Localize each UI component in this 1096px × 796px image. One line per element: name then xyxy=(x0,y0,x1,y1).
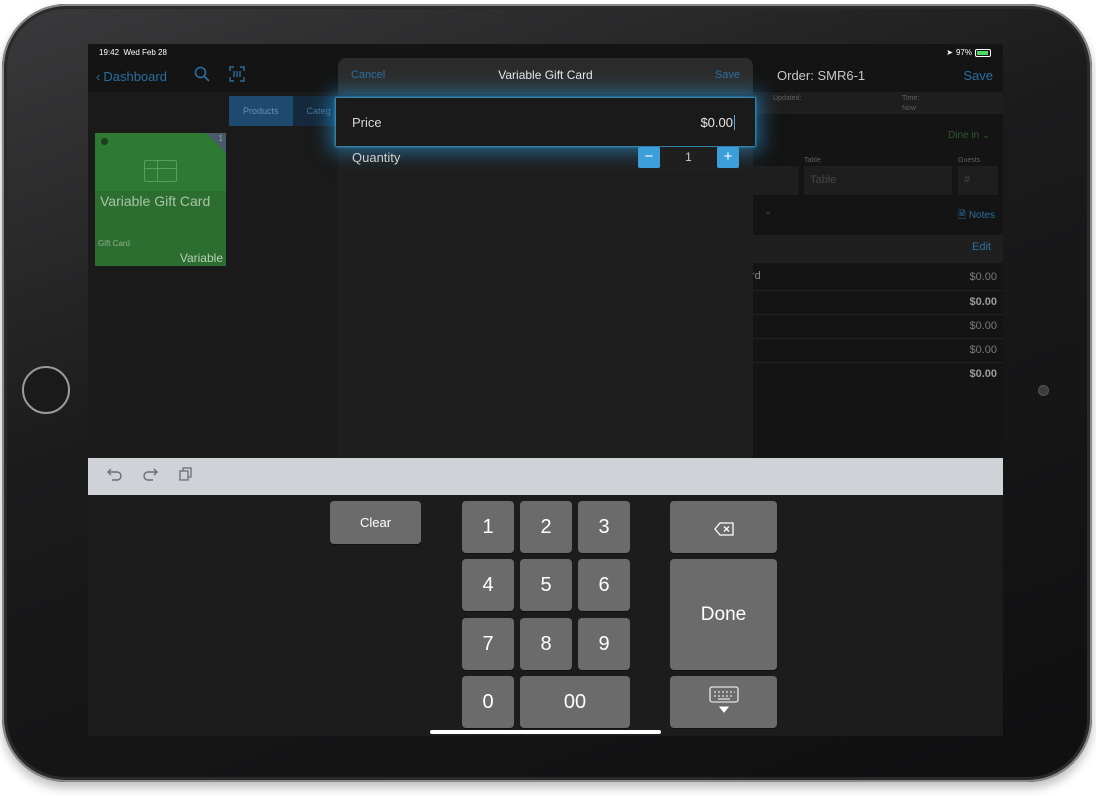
status-time: 19:42 Wed Feb 28 xyxy=(99,48,167,57)
tile-type: Gift Card xyxy=(98,239,131,248)
notes-label: Notes xyxy=(968,210,995,221)
info-icon[interactable] xyxy=(101,138,108,145)
table-label: Table xyxy=(804,157,821,164)
table-input[interactable]: Table xyxy=(804,166,952,195)
undo-icon[interactable] xyxy=(107,467,123,485)
modal-save-button[interactable]: Save xyxy=(715,69,740,81)
backspace-icon xyxy=(713,519,734,542)
chevron-down-icon[interactable]: ⌄ xyxy=(764,206,772,217)
clear-key[interactable]: Clear xyxy=(330,501,421,544)
time-value: Now xyxy=(902,105,917,112)
order-save-button[interactable]: Save xyxy=(963,68,993,83)
backspace-key[interactable] xyxy=(670,501,777,553)
quantity-value[interactable]: 1 xyxy=(660,147,717,168)
barcode-scan-icon[interactable] xyxy=(229,66,245,86)
keyboard-dismiss-icon xyxy=(708,686,739,722)
screen: 19:42 Wed Feb 28 ➤ 97% ‹ Dashboard Produ… xyxy=(88,44,1003,736)
keyboard-shortcut-bar xyxy=(88,458,1003,495)
tab-products[interactable]: Products xyxy=(229,96,293,126)
tile-name: Variable Gift Card xyxy=(100,193,211,209)
key-6[interactable]: 6 xyxy=(578,559,630,611)
order-panel xyxy=(753,92,1003,458)
notes-button[interactable]: 🗎 Notes xyxy=(958,208,995,225)
key-7[interactable]: 7 xyxy=(462,618,514,670)
key-00[interactable]: 00 xyxy=(520,676,630,728)
order-line-value: $0.00 xyxy=(969,271,997,283)
key-1[interactable]: 1 xyxy=(462,501,514,553)
home-button[interactable] xyxy=(22,366,70,414)
variable-gift-card-modal: Cancel Variable Gift Card Save Price $0.… xyxy=(336,58,755,458)
gift-card-icon xyxy=(144,160,177,182)
quantity-label: Quantity xyxy=(352,150,401,165)
redo-icon[interactable] xyxy=(142,467,158,485)
order-title: Order: SMR6-1 xyxy=(777,68,866,83)
price-input[interactable]: $0.00 xyxy=(700,115,735,130)
modal-header: Cancel Variable Gift Card Save xyxy=(338,58,753,94)
product-tile-variable-gift-card[interactable]: 1 Variable Gift Card Gift Card Variable xyxy=(95,133,226,266)
product-tabs: Products Categ xyxy=(229,96,345,126)
subtotal-value: $0.00 xyxy=(969,296,997,308)
chevron-down-icon: ⌄ xyxy=(981,130,991,141)
key-3[interactable]: 3 xyxy=(578,501,630,553)
home-indicator[interactable] xyxy=(430,730,661,734)
location-icon: ➤ xyxy=(946,48,953,57)
tile-price: Variable xyxy=(179,251,223,265)
divider xyxy=(753,314,1003,315)
updated-label: Updated: xyxy=(773,95,802,102)
document-icon: 🗎 xyxy=(958,210,967,221)
key-5[interactable]: 5 xyxy=(520,559,572,611)
tile-count: 1 xyxy=(218,134,223,143)
modal-title: Variable Gift Card xyxy=(498,68,593,82)
tax-value: $0.00 xyxy=(969,320,997,332)
divider xyxy=(753,362,1003,363)
edit-button[interactable]: Edit xyxy=(972,241,991,253)
guests-label: Guests xyxy=(958,157,981,164)
dashboard-back-button[interactable]: ‹ Dashboard xyxy=(96,69,167,84)
guests-input[interactable]: # xyxy=(958,166,998,195)
key-4[interactable]: 4 xyxy=(462,559,514,611)
battery-percent: 97% xyxy=(955,48,972,57)
camera xyxy=(1038,385,1049,396)
numeric-keypad: Clear 1 2 3 4 5 6 7 8 9 0 00 Done xyxy=(88,495,1003,736)
time-text: 19:42 xyxy=(99,48,120,57)
divider xyxy=(753,338,1003,339)
key-9[interactable]: 9 xyxy=(578,618,630,670)
key-2[interactable]: 2 xyxy=(520,501,572,553)
order-field-left[interactable] xyxy=(753,166,799,195)
dine-in-select[interactable]: Dine in ⌄ xyxy=(948,130,990,141)
back-label: Dashboard xyxy=(103,69,167,84)
key-0[interactable]: 0 xyxy=(462,676,514,728)
battery-icon xyxy=(975,48,991,57)
total-value: $0.00 xyxy=(969,368,997,380)
time-label: Time: xyxy=(902,95,920,102)
price-field[interactable]: Price $0.00 xyxy=(336,98,755,146)
status-right: ➤ 97% xyxy=(946,48,991,57)
chevron-left-icon: ‹ xyxy=(96,69,101,84)
quantity-decrement-button[interactable]: − xyxy=(638,147,660,168)
discount-value: $0.00 xyxy=(969,344,997,356)
order-items-header xyxy=(753,235,1003,263)
search-icon[interactable] xyxy=(194,66,210,86)
price-label: Price xyxy=(352,115,382,130)
clipboard-icon[interactable] xyxy=(179,467,192,485)
date-text: Wed Feb 28 xyxy=(123,48,167,57)
dismiss-keyboard-key[interactable] xyxy=(670,676,777,728)
key-8[interactable]: 8 xyxy=(520,618,572,670)
quantity-increment-button[interactable]: + xyxy=(717,147,739,168)
divider xyxy=(753,290,1003,291)
dine-in-label: Dine in xyxy=(948,130,980,141)
done-key[interactable]: Done xyxy=(670,559,777,670)
